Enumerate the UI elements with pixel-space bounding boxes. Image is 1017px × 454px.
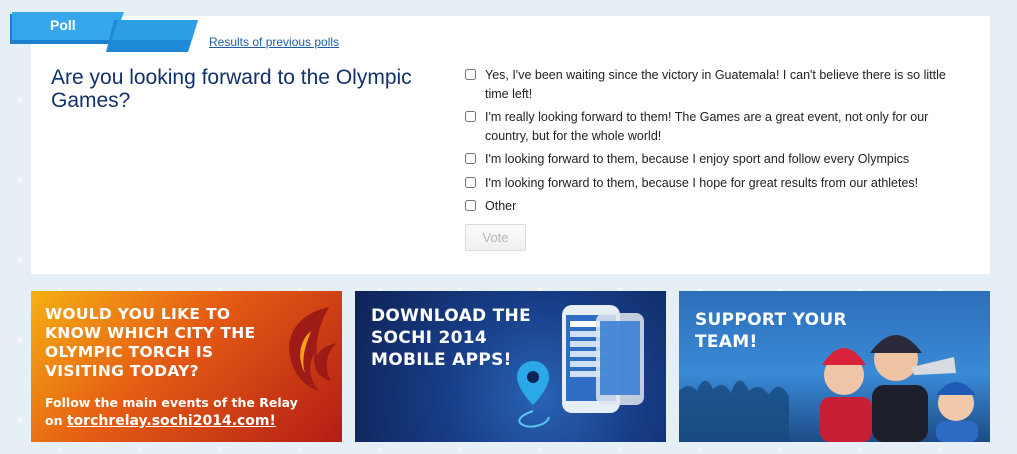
poll-option-1[interactable]: Yes, I've been waiting since the victory… [465,66,965,103]
poll-option-checkbox[interactable] [465,176,476,188]
poll-option-checkbox[interactable] [465,111,476,122]
poll-option-4[interactable]: I'm looking forward to them, because I h… [465,174,965,193]
poll-option-label: Yes, I've been waiting since the victory… [485,68,946,101]
poll-option-label: I'm looking forward to them, because I e… [485,152,910,166]
relay-headline: Would you like to know which city the Ol… [45,305,256,380]
relay-link-line: on torchrelay.sochi2014.com! [45,412,315,430]
vote-button[interactable]: Vote [465,224,526,251]
phone-icon [562,305,644,413]
poll-option-checkbox[interactable] [465,200,476,211]
poll-option-checkbox[interactable] [465,153,476,164]
poll-option-label: I'm looking forward to them, because I h… [485,175,919,190]
flame-icon [289,307,337,391]
poll-option-label: I'm really looking forward to them! The … [485,110,929,143]
support-team-banner[interactable]: Support your team! [679,291,990,442]
poll-option-2[interactable]: I'm really looking forward to them! The … [465,108,965,145]
relay-link-prefix: on [45,413,63,428]
location-pin-icon [517,361,550,428]
relay-subtext: Follow the main events of the Relay [45,395,298,410]
poll-option-checkbox[interactable] [465,69,476,80]
poll-tab-shape [10,12,198,52]
relay-subtext-block: Follow the main events of the Relay on t… [45,394,315,430]
poll-options: Yes, I've been waiting since the victory… [465,66,965,221]
team-headline: Support your team! [695,310,847,352]
poll-question: Are you looking forward to the Olympic G… [51,66,412,112]
mobile-apps-banner[interactable]: Download the Sochi 2014 mobile apps! [355,291,666,442]
poll-option-3[interactable]: I'm looking forward to them, because I e… [465,150,965,169]
relay-link[interactable]: torchrelay.sochi2014.com! [67,413,276,429]
poll-option-label: Other [485,199,517,213]
poll-tab-label: Poll [50,17,76,33]
poll-option-5[interactable]: Other [465,197,965,216]
torch-relay-banner[interactable]: Would you like to know which city the Ol… [31,291,342,442]
poll-tab: Poll [10,8,200,52]
previous-polls-link[interactable]: Results of previous polls [209,35,339,49]
